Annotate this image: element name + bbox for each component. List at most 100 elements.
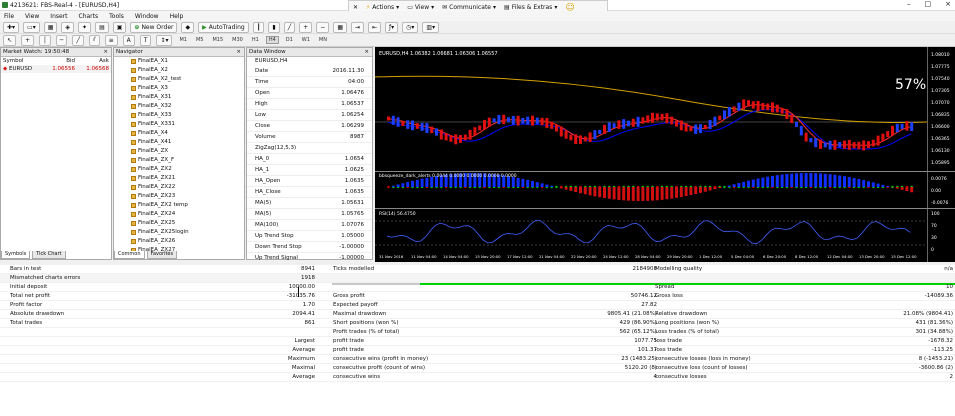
candle-chart-icon[interactable]: ▮ bbox=[268, 21, 280, 33]
disconnect-icon[interactable]: ✕ bbox=[353, 4, 358, 11]
menu-tools[interactable]: Tools bbox=[109, 13, 124, 20]
navigator-item[interactable]: FinalEA_X3 bbox=[114, 84, 244, 93]
periods-icon[interactable]: ◷▾ bbox=[402, 21, 419, 33]
results-row: Bars in test 8941 Ticks modelled 2184908 Mod… bbox=[0, 265, 955, 274]
view-menu[interactable]: ▭ View ▾ bbox=[407, 4, 434, 11]
timeframe-d1[interactable]: D1 bbox=[284, 37, 295, 43]
navigator-item[interactable]: FinalEA_ZX23 bbox=[114, 192, 244, 201]
menu-insert[interactable]: Insert bbox=[50, 13, 67, 20]
profiles-button[interactable]: ▭▾ bbox=[23, 21, 40, 33]
horizontal-line-icon[interactable]: ─ bbox=[55, 34, 68, 46]
results-row: Mismatched charts errors 1918 bbox=[0, 274, 955, 283]
chart-window[interactable]: 15 Dec 12:00 13 Dec 20:00 12 Dec 04:00 8 De… bbox=[374, 47, 955, 262]
close-icon[interactable]: × bbox=[236, 48, 241, 56]
bar-chart-icon[interactable]: ┃ bbox=[252, 21, 265, 33]
timeframe-mn[interactable]: MN bbox=[317, 37, 329, 43]
navigator-item[interactable]: FinalEA_ZX24 bbox=[114, 210, 244, 219]
navigator-icon[interactable]: ✦ bbox=[78, 21, 92, 33]
navigator-item[interactable]: FinalEA_ZX21 bbox=[114, 174, 244, 183]
data-window-row: Date 2016.11.30 bbox=[247, 66, 372, 77]
indicators-icon[interactable]: ƒ▾ bbox=[385, 21, 399, 33]
col-bid[interactable]: Bid bbox=[43, 57, 77, 65]
menu-charts[interactable]: Charts bbox=[79, 13, 99, 20]
zoom-in-icon[interactable]: + bbox=[299, 21, 313, 33]
menu-file[interactable]: File bbox=[4, 13, 14, 20]
navigator-item[interactable]: FinalEA_X31 bbox=[114, 93, 244, 102]
fibonacci-icon[interactable]: ≡ bbox=[104, 34, 118, 46]
results-cell: 429 (86.90%) bbox=[619, 320, 657, 326]
new-chart-button[interactable]: ✚▾ bbox=[3, 21, 20, 33]
vertical-line-icon[interactable]: │ bbox=[39, 34, 51, 46]
communicate-menu[interactable]: ✉ Communicate ▾ bbox=[442, 4, 496, 11]
autotrading-button[interactable]: ▶ AutoTrading bbox=[198, 21, 249, 33]
menu-view[interactable]: View bbox=[25, 13, 39, 20]
navigator-item[interactable]: FinalEA_X4 bbox=[114, 129, 244, 138]
close-button[interactable]: × bbox=[945, 0, 951, 11]
tab-common[interactable]: Common bbox=[114, 251, 145, 259]
navigator-item[interactable]: FinalEA_ZX22 bbox=[114, 183, 244, 192]
navigator-item[interactable]: FinalEA_ZX25login bbox=[114, 228, 244, 237]
tab-favorites[interactable]: Favorites bbox=[146, 251, 178, 259]
timeframe-h4[interactable]: H4 bbox=[265, 36, 279, 44]
navigator-item[interactable]: FinalEA_ZX bbox=[114, 147, 244, 156]
close-icon[interactable]: × bbox=[364, 48, 369, 56]
results-row: Average consecutive wins 4 consecutive loss… bbox=[0, 373, 955, 382]
table-row[interactable]: ◆ EURUSD 1.06556 1.06568 bbox=[1, 65, 111, 73]
timeframe-w1[interactable]: W1 bbox=[300, 37, 312, 43]
timeframe-m30[interactable]: M30 bbox=[230, 37, 245, 43]
candle bbox=[516, 115, 520, 126]
crosshair-icon[interactable]: + bbox=[21, 34, 35, 46]
timeframe-h1[interactable]: H1 bbox=[250, 37, 261, 43]
results-cell: loss trade bbox=[655, 347, 683, 353]
channel-icon[interactable]: ⫽ bbox=[88, 34, 100, 46]
market-watch-icon[interactable]: ▦ bbox=[43, 21, 58, 33]
autoscroll-icon[interactable]: ⇥ bbox=[350, 21, 365, 33]
arrows-icon[interactable]: ↕▾ bbox=[156, 34, 173, 46]
templates-icon[interactable]: ▥▾ bbox=[422, 21, 440, 33]
navigator-item[interactable]: FinalEA_X41 bbox=[114, 138, 244, 147]
chart-shift-icon[interactable]: ⇤ bbox=[368, 21, 382, 33]
navigator-item[interactable]: FinalEA_X33 bbox=[114, 111, 244, 120]
chart-canvas[interactable]: 15 Dec 12:00 13 Dec 20:00 12 Dec 04:00 8 De… bbox=[374, 47, 955, 262]
menu-window[interactable]: Window bbox=[135, 13, 159, 20]
navigator-item[interactable]: FinalEA_ZX26 bbox=[114, 237, 244, 246]
col-ask[interactable]: Ask bbox=[77, 57, 111, 65]
navigator-item[interactable]: FinalEA_ZX2 temp bbox=[114, 201, 244, 210]
metaeditor-icon[interactable]: ◆ bbox=[181, 21, 195, 33]
osc-bar bbox=[617, 187, 621, 200]
navigator-item[interactable]: FinalEA_ZX25 bbox=[114, 219, 244, 228]
new-order-button[interactable]: ⊕ New Order bbox=[130, 21, 178, 33]
text-icon[interactable]: A bbox=[122, 34, 135, 46]
timeframe-m1[interactable]: M1 bbox=[177, 37, 189, 43]
line-chart-icon[interactable]: ╱ bbox=[283, 21, 296, 33]
maximize-button[interactable]: □ bbox=[925, 0, 932, 11]
cursor-icon[interactable]: ↖ bbox=[3, 34, 17, 46]
navigator-item[interactable]: FinalEA_X1 bbox=[114, 57, 244, 66]
col-symbol[interactable]: Symbol bbox=[1, 57, 43, 65]
navigator-item[interactable]: FinalEA_X331 bbox=[114, 120, 244, 129]
tab-symbols[interactable]: Symbols bbox=[1, 251, 31, 259]
row-value: 1.05000 bbox=[341, 233, 364, 239]
trendline-icon[interactable]: ╱ bbox=[72, 34, 84, 46]
candle bbox=[679, 120, 683, 131]
menu-help[interactable]: Help bbox=[170, 13, 184, 20]
files-menu[interactable]: ▤ Files & Extras ▾ bbox=[504, 4, 557, 11]
tester-icon[interactable]: ▣ bbox=[112, 21, 127, 33]
minimize-button[interactable]: – bbox=[907, 0, 911, 11]
timeframe-m15[interactable]: M15 bbox=[210, 37, 225, 43]
navigator-item[interactable]: FinalEA_X32 bbox=[114, 102, 244, 111]
navigator-item[interactable]: FinalEA_X2 bbox=[114, 66, 244, 75]
navigator-item[interactable]: FinalEA_ZX2 bbox=[114, 165, 244, 174]
zoom-out-icon[interactable]: − bbox=[316, 21, 330, 33]
actions-menu[interactable]: ⚡ Actions ▾ bbox=[366, 4, 399, 11]
label-icon[interactable]: T bbox=[139, 34, 152, 46]
tab-tick-chart[interactable]: Tick Chart bbox=[32, 251, 66, 259]
osc-bar bbox=[627, 187, 630, 201]
close-icon[interactable]: × bbox=[103, 48, 108, 56]
timeframe-m5[interactable]: M5 bbox=[194, 37, 206, 43]
navigator-item[interactable]: FinalEA_X2_test bbox=[114, 75, 244, 84]
tile-windows-icon[interactable]: ▦ bbox=[333, 21, 347, 33]
terminal-icon[interactable]: ▤ bbox=[95, 21, 109, 33]
navigator-item[interactable]: FinalEA_ZX_F bbox=[114, 156, 244, 165]
data-window-icon[interactable]: ◈ bbox=[61, 21, 75, 33]
